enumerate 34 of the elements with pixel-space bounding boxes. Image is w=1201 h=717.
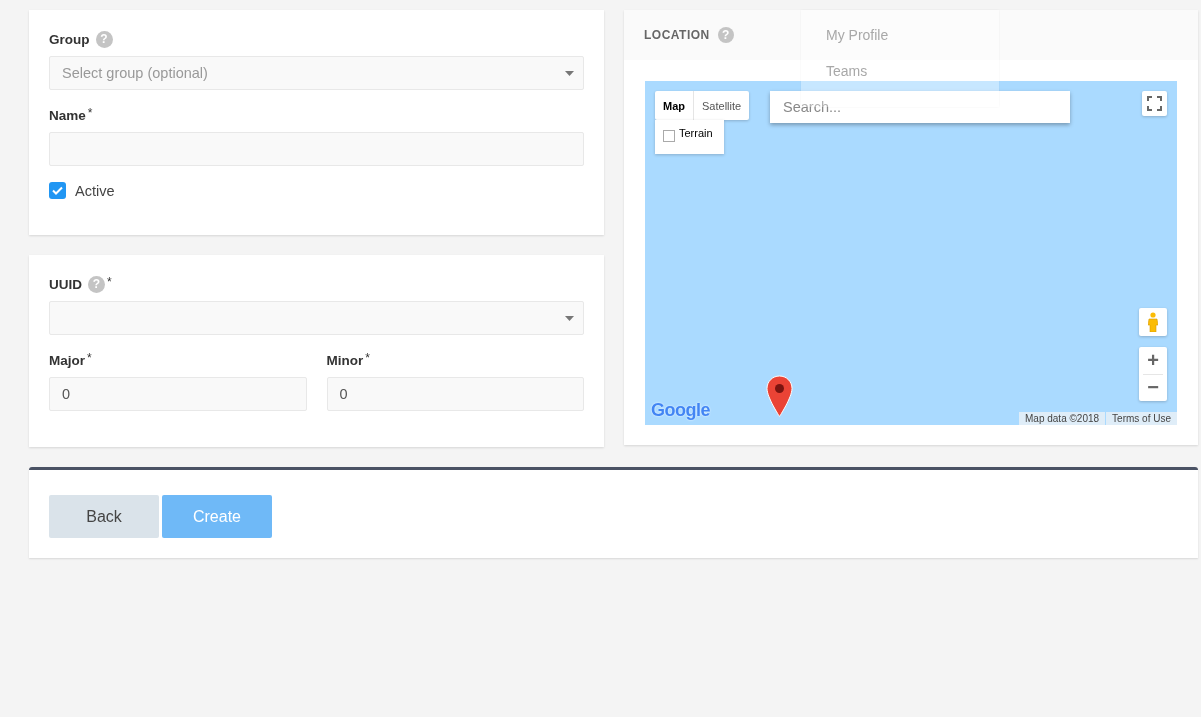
attribution-text: Map data ©2018 (1019, 412, 1106, 425)
section-title: LOCATION (644, 28, 710, 42)
caret-icon (565, 316, 574, 321)
terms-link[interactable]: Terms of Use (1106, 412, 1177, 425)
field-label: Major (49, 352, 85, 368)
required-mark: * (87, 351, 92, 365)
field-label: Name (49, 107, 86, 123)
checkbox-label: Terrain (679, 127, 713, 139)
required-mark: * (87, 106, 93, 120)
required-mark: * (107, 275, 112, 289)
fullscreen-icon (1147, 96, 1162, 111)
search-field[interactable]: Search... (770, 91, 1070, 123)
map[interactable]: Map Satellite Terrain Search... + − Google Map data ©2018 Terms of Use (645, 81, 1177, 425)
required-mark: * (365, 351, 370, 365)
checkbox-label: Active (75, 182, 115, 199)
map-pin-icon (766, 375, 793, 418)
input-field[interactable]: 0 (326, 377, 584, 411)
person-icon (1148, 312, 1158, 332)
check-icon (52, 186, 63, 195)
logo: Google (651, 400, 710, 421)
zoom-out-button[interactable]: − (1139, 374, 1167, 401)
field-label: Group (49, 31, 90, 47)
map-type-tab[interactable]: Satellite (694, 91, 750, 120)
checkbox[interactable] (663, 130, 675, 142)
checkbox[interactable] (49, 182, 66, 199)
fullscreen-button[interactable] (1142, 91, 1167, 116)
caret-icon (565, 71, 574, 76)
input-field[interactable]: 0 (49, 377, 307, 411)
field-label: UUID (49, 276, 82, 292)
zoom-in-button[interactable]: + (1139, 347, 1167, 374)
field-label: Minor (326, 352, 364, 368)
select-field[interactable] (49, 301, 584, 335)
pegman-button[interactable] (1139, 308, 1167, 336)
back-button[interactable]: Back (49, 495, 159, 538)
